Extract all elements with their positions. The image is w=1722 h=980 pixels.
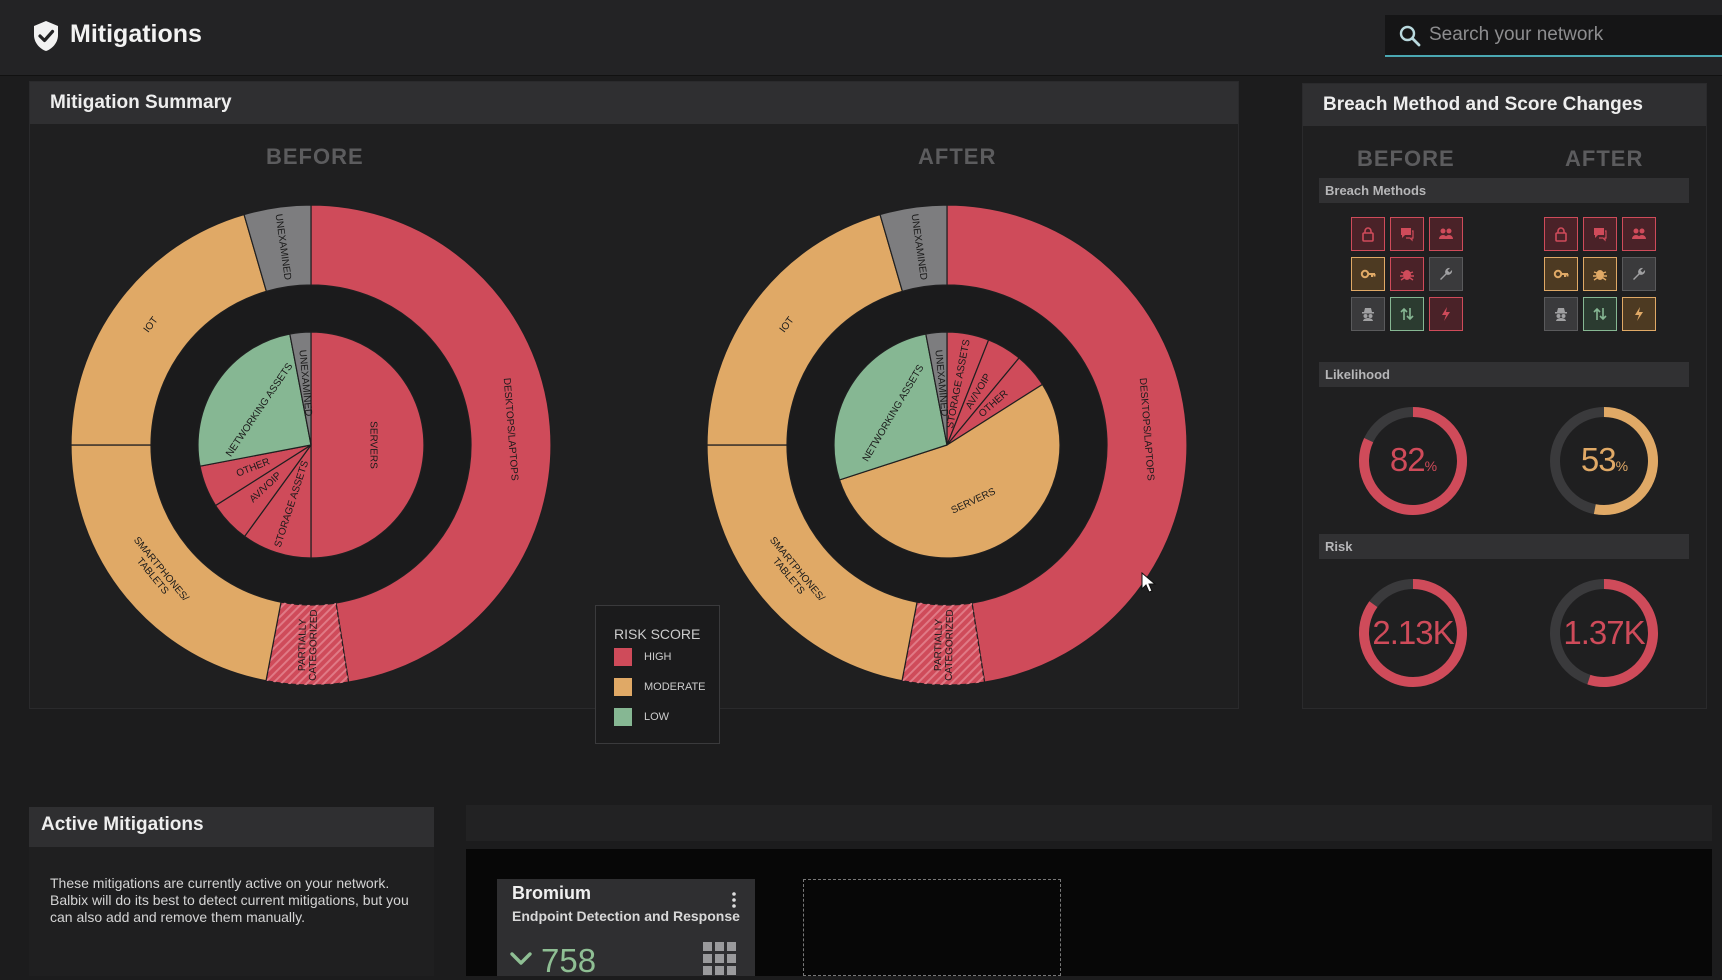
likelihood-before-value: 82% [1389,441,1437,478]
shield-check-icon [34,21,58,51]
card-subtitle: Endpoint Detection and Response [512,908,740,924]
search-icon [1399,25,1421,47]
mitigation-cards-area: Bromium Endpoint Detection and Response … [466,849,1712,979]
bolt-icon [1635,307,1643,321]
risk-after-value: 1.37K [1563,614,1645,651]
breach-method-tile[interactable] [1390,217,1424,251]
legend-title: RISK SCORE [614,626,701,642]
search-box[interactable] [1385,15,1722,57]
users-icon [1439,228,1453,239]
breach-method-tile[interactable] [1429,257,1463,291]
breach-method-tile[interactable] [1544,257,1578,291]
breach-method-tile[interactable] [1544,217,1578,251]
mouse-cursor-icon [1141,572,1157,593]
breach-methods-header: Breach Methods [1319,178,1689,203]
breach-method-tile[interactable] [1583,297,1617,331]
legend-swatch [614,678,632,696]
wrench-icon [1440,267,1453,280]
breach-method-tile[interactable] [1351,217,1385,251]
breach-method-tile[interactable] [1429,297,1463,331]
breach-method-tile[interactable] [1583,217,1617,251]
likelihood-after-value: 53% [1580,441,1628,478]
after-heading: AFTER [918,144,997,169]
breach-method-tile[interactable] [1390,257,1424,291]
panel-title: Active Mitigations [29,807,434,847]
before-inner-label-servers: SERVERS [368,421,379,469]
top-bar: Mitigations [0,0,1722,76]
lock-icon [1362,227,1374,242]
before-heading: BEFORE [266,144,364,169]
spy-icon [1362,308,1374,321]
breach-method-panel: Breach Method and Score Changes BEFORE A… [1302,83,1707,709]
after-heading: AFTER [1565,146,1644,171]
grid-icon[interactable] [703,942,737,976]
mitigation-summary-panel: Mitigation Summary BEFORE AFTER DESKTOPS… [29,81,1239,744]
mitigation-card[interactable]: Bromium Endpoint Detection and Response … [497,879,755,979]
transfer-icon [1593,307,1607,321]
before-donut-chart: DESKTOPS/LAPTOPSPARTIALLYCATEGORIZEDSMAR… [71,205,551,685]
breach-method-tile[interactable] [1351,297,1385,331]
transfer-icon [1400,307,1414,321]
add-mitigation-placeholder[interactable] [803,879,1061,976]
chat-icon [1594,228,1607,242]
bolt-icon [1442,307,1450,321]
breach-method-tile[interactable] [1544,297,1578,331]
card-title: Bromium [512,883,592,903]
chevron-down-icon [510,952,532,965]
after-donut-chart: DESKTOPS/LAPTOPSPARTIALLYCATEGORIZEDSMAR… [707,205,1187,685]
risk-before-value: 2.13K [1372,614,1454,651]
cards-toolbar [466,805,1712,841]
breach-method-tile[interactable] [1622,297,1656,331]
spy-icon [1555,308,1567,321]
legend-label: MODERATE [644,680,706,693]
legend-item-high: HIGH [614,648,672,666]
page-title: Mitigations [70,20,202,48]
before-outer-label-partially-categorized: PARTIALLYCATEGORIZED [296,609,319,681]
bug-icon [1593,270,1607,281]
legend-label: HIGH [644,650,672,663]
panel-title: Mitigation Summary [30,82,1238,124]
legend-item-low: LOW [614,708,669,726]
chat-icon [1401,228,1414,242]
breach-method-tile[interactable] [1622,217,1656,251]
key-icon [1553,269,1569,279]
breach-method-tile[interactable] [1622,257,1656,291]
legend-label: LOW [644,710,670,723]
risk-header: Risk [1319,534,1689,559]
more-vertical-icon[interactable] [731,891,737,909]
bug-icon [1400,270,1414,281]
breach-method-tile[interactable] [1390,297,1424,331]
before-heading: BEFORE [1357,146,1455,171]
panel-title: Breach Method and Score Changes [1303,84,1706,126]
legend-swatch [614,708,632,726]
users-icon [1632,228,1646,239]
lock-icon [1555,227,1567,242]
risk-score-legend: RISK SCORE HIGH MODERATE LOW [595,605,720,744]
wrench-icon [1633,267,1646,280]
key-icon [1360,269,1376,279]
search-input[interactable] [1429,15,1709,55]
active-mitigations-description: These mitigations are currently active o… [50,875,409,925]
active-mitigations-panel: Active Mitigations These mitigations are… [29,807,434,976]
legend-swatch [614,648,632,666]
after-outer-label-partially-categorized: PARTIALLYCATEGORIZED [932,609,955,681]
legend-item-moderate: MODERATE [614,678,706,696]
likelihood-header: Likelihood [1319,362,1689,387]
card-score: 758 [541,942,597,979]
breach-method-tile[interactable] [1429,217,1463,251]
breach-method-tile[interactable] [1583,257,1617,291]
breach-method-tile[interactable] [1351,257,1385,291]
